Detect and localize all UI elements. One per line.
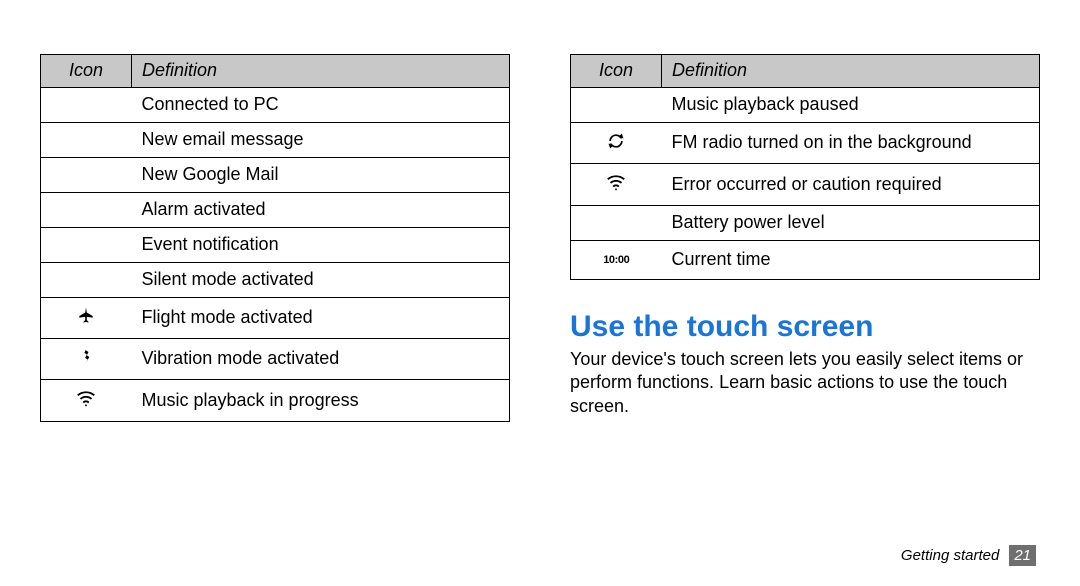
sync-icon [604,129,628,153]
cell-definition: Music playback paused [662,88,1040,123]
cell-icon [41,158,132,193]
cell-definition: Error occurred or caution required [662,164,1040,206]
table-row: New Google Mail [41,158,510,193]
cell-icon [571,123,662,164]
table-row: Event notification [41,228,510,263]
cell-icon [41,298,132,339]
th-definition: Definition [132,55,510,88]
cell-definition: Connected to PC [132,88,510,123]
cell-definition: Silent mode activated [132,263,510,298]
table-row: Music playback paused [571,88,1040,123]
th-definition: Definition [662,55,1040,88]
cell-definition: New email message [132,123,510,158]
table-row: Connected to PC [41,88,510,123]
table-row: Vibration mode activated [41,339,510,380]
right-tbody: Music playback pausedFM radio turned on … [571,88,1040,280]
th-icon: Icon [571,55,662,88]
table-row: New email message [41,123,510,158]
cell-icon [41,88,132,123]
cell-definition: Battery power level [662,206,1040,241]
icon-table-left: Icon Definition Connected to PCNew email… [40,54,510,422]
cell-icon: 10:00 [571,241,662,280]
wifi-icon [604,170,628,194]
cell-definition: Vibration mode activated [132,339,510,380]
table-row: Music playback in progress [41,380,510,422]
table-row: Error occurred or caution required [571,164,1040,206]
cell-definition: FM radio turned on in the background [662,123,1040,164]
left-tbody: Connected to PCNew email messageNew Goog… [41,88,510,422]
cell-icon [41,263,132,298]
table-row: Alarm activated [41,193,510,228]
cell-icon [41,380,132,422]
footer-chapter: Getting started [901,547,999,564]
cell-icon [571,206,662,241]
page-content: Icon Definition Connected to PCNew email… [0,0,1080,422]
time-icon: 10:00 [604,248,628,272]
cell-definition: Current time [662,241,1040,280]
table-row: Flight mode activated [41,298,510,339]
cell-icon [41,193,132,228]
th-icon: Icon [41,55,132,88]
cell-icon [571,164,662,206]
table-row: Battery power level [571,206,1040,241]
cell-definition: New Google Mail [132,158,510,193]
table-row: 10:00 Current time [571,241,1040,280]
wifi-icon [74,386,98,410]
icon-table-right: Icon Definition Music playback pausedFM … [570,54,1040,280]
table-row: Silent mode activated [41,263,510,298]
flight-icon [74,304,98,328]
cell-definition: Flight mode activated [132,298,510,339]
table-row: FM radio turned on in the background [571,123,1040,164]
section-body: Your device's touch screen lets you easi… [570,348,1040,418]
cell-icon [571,88,662,123]
cell-definition: Event notification [132,228,510,263]
cell-definition: Music playback in progress [132,380,510,422]
page-footer: Getting started 21 [901,545,1036,566]
right-column: Icon Definition Music playback pausedFM … [570,54,1040,422]
cell-icon [41,123,132,158]
cell-icon [41,228,132,263]
section-heading: Use the touch screen [570,310,1040,344]
left-column: Icon Definition Connected to PCNew email… [40,54,510,422]
cell-icon [41,339,132,380]
vibration-icon [74,345,98,369]
footer-page-number: 21 [1009,545,1036,566]
cell-definition: Alarm activated [132,193,510,228]
